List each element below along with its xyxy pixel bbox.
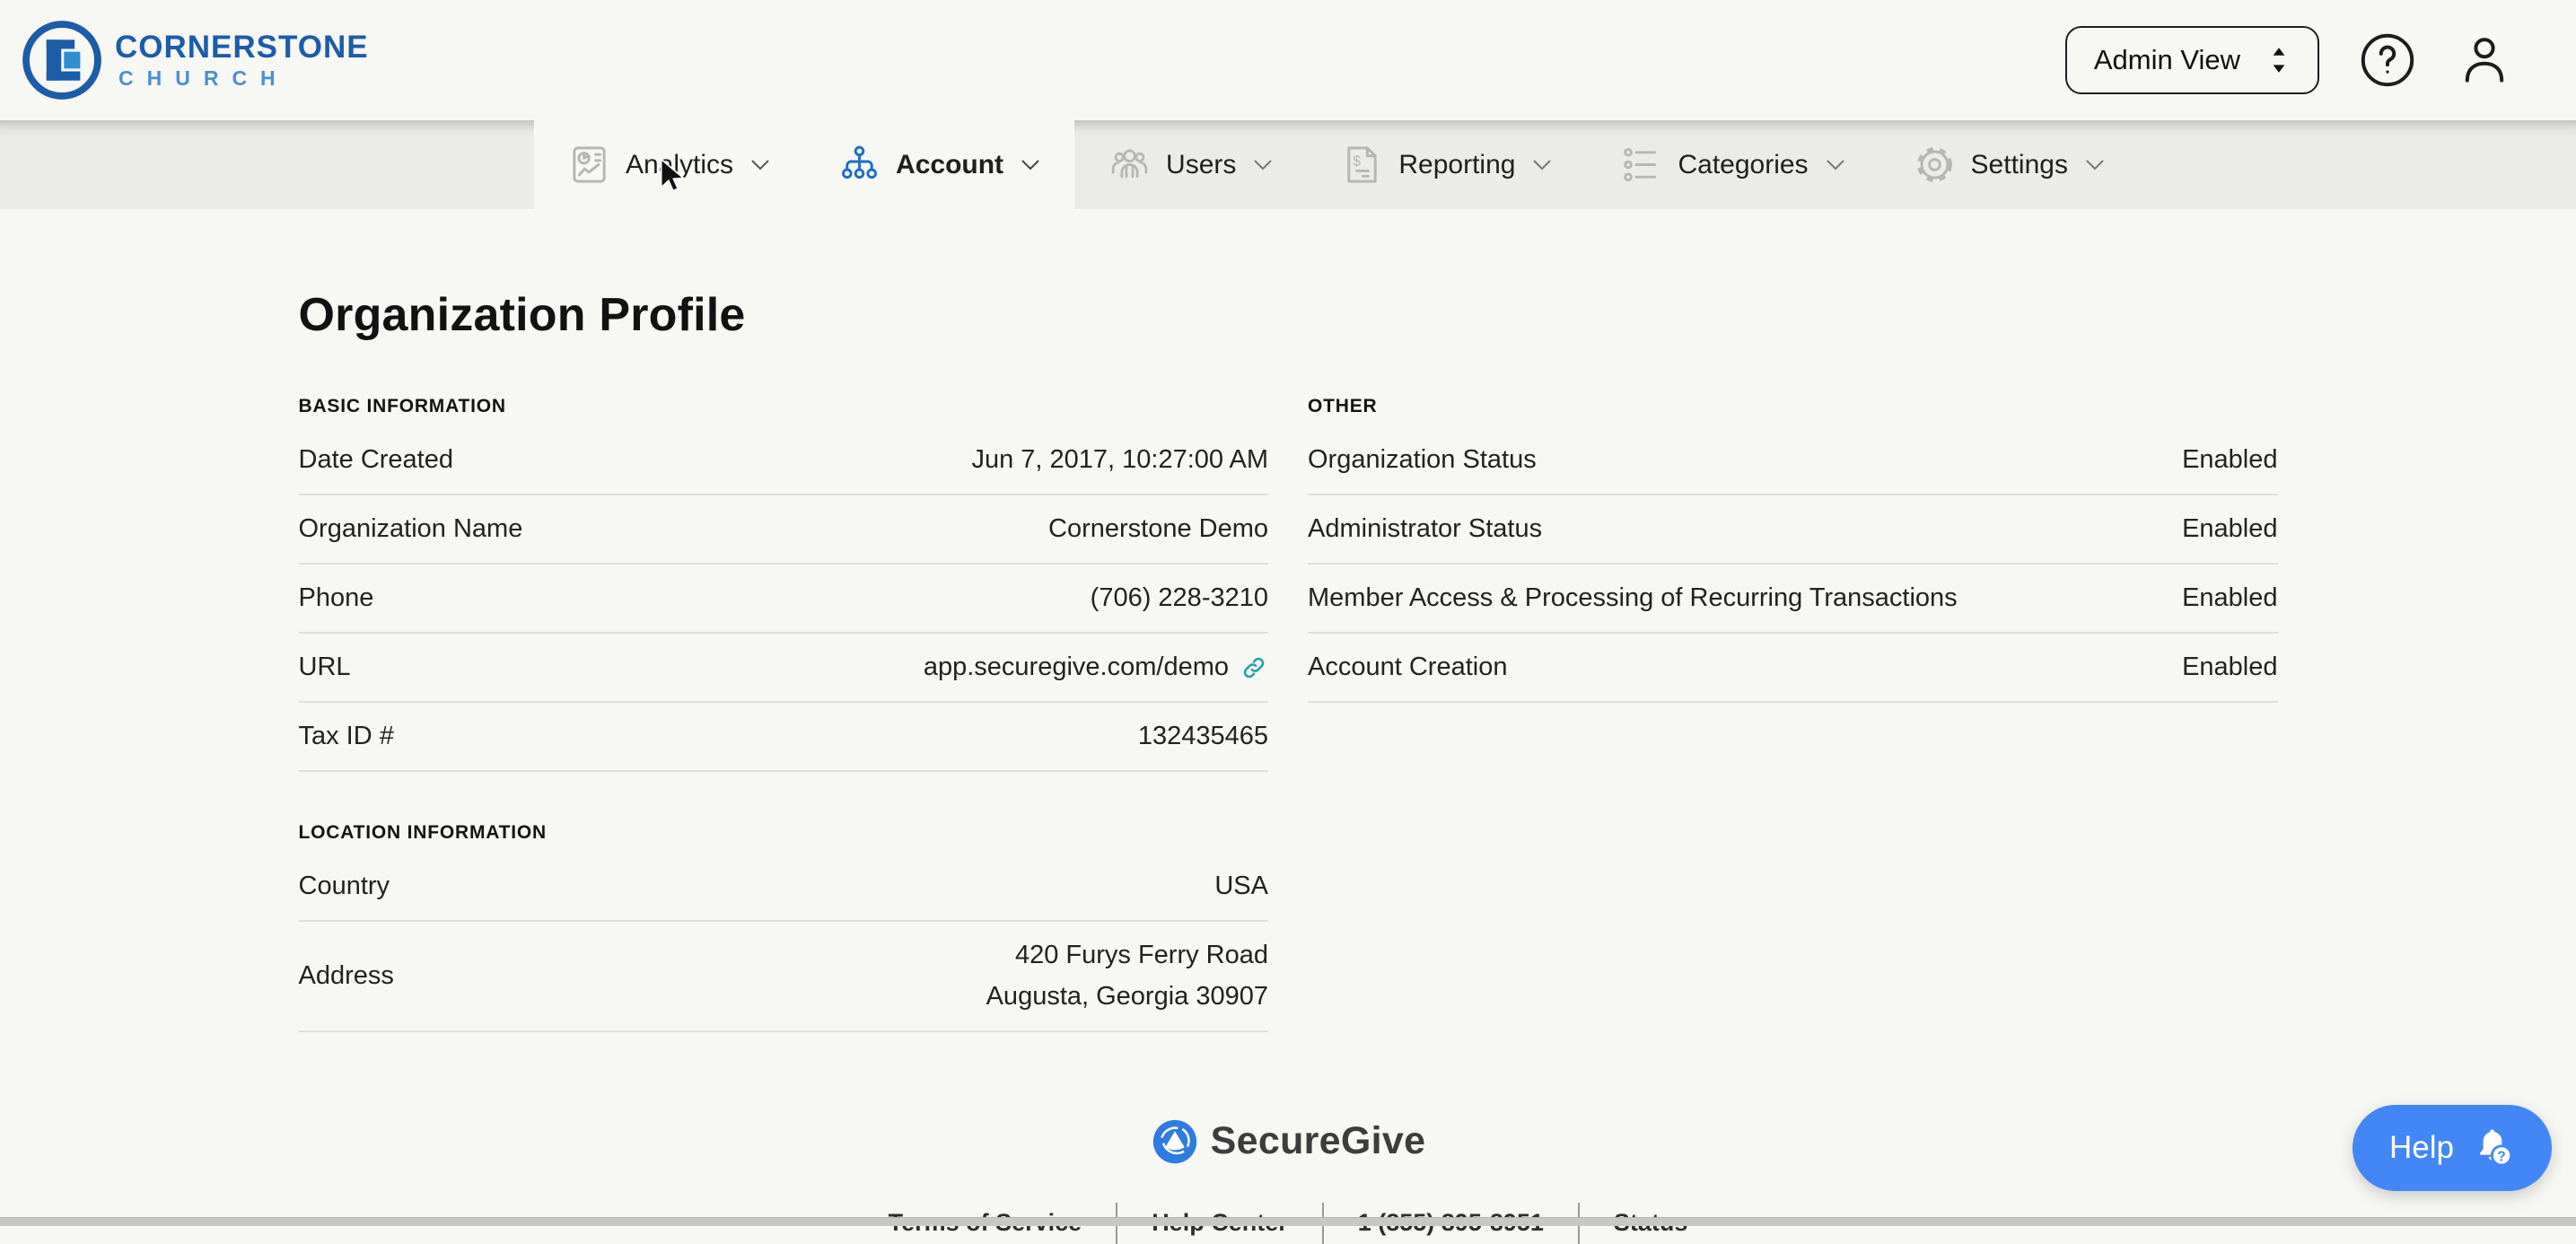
row-date-created: Date Created Jun 7, 2017, 10:27:00 AM	[299, 426, 1269, 495]
bell-question-icon: ?	[2468, 1125, 2515, 1171]
row-country: Country USA	[299, 853, 1269, 922]
row-organization-name: Organization Name Cornerstone Demo	[299, 495, 1269, 565]
question-circle-icon	[2359, 31, 2416, 89]
nav-tab-reporting[interactable]: $ Reporting	[1307, 120, 1586, 209]
chevron-down-icon	[1826, 159, 1845, 171]
section-title-location: LOCATION INFORMATION	[299, 822, 1269, 844]
location-information-section: LOCATION INFORMATION Country USA Address…	[299, 822, 1269, 1032]
field-label: Address	[299, 961, 421, 991]
nav-label-users: Users	[1166, 150, 1236, 180]
nav-tab-users[interactable]: Users	[1074, 120, 1307, 209]
field-value: USA	[1214, 872, 1268, 901]
nav-label-account: Account	[896, 150, 1003, 180]
analytics-icon	[568, 144, 610, 186]
chevron-down-icon	[750, 159, 770, 171]
view-mode-select[interactable]: Admin View	[2065, 26, 2319, 94]
field-label: Organization Name	[299, 514, 550, 544]
window-bottom-edge	[0, 1217, 2576, 1226]
account-icon	[838, 144, 881, 186]
view-mode-label: Admin View	[2094, 44, 2240, 76]
org-name-primary: CORNERSTONE	[115, 31, 369, 63]
row-member-access: Member Access & Processing of Recurring …	[1308, 565, 2278, 634]
row-url: URL app.securegive.com/demo	[299, 634, 1269, 703]
nav-label-settings: Settings	[1971, 150, 2068, 180]
svg-text:$: $	[1354, 153, 1362, 169]
top-header: CORNERSTONE CHURCH Admin View	[0, 0, 2576, 120]
nav-tab-categories[interactable]: Categories	[1586, 120, 1879, 209]
users-icon	[1108, 144, 1151, 186]
floating-help-button[interactable]: Help ?	[2353, 1105, 2552, 1191]
help-icon-button[interactable]	[2359, 31, 2416, 89]
reporting-icon: $	[1341, 144, 1383, 186]
row-account-creation: Account Creation Enabled	[1308, 634, 2278, 703]
categories-icon	[1620, 144, 1662, 186]
address-line-2: Augusta, Georgia 30907	[986, 982, 1268, 1011]
field-label: URL	[299, 653, 378, 682]
left-column: BASIC INFORMATION Date Created Jun 7, 20…	[299, 396, 1269, 1032]
profile-columns: BASIC INFORMATION Date Created Jun 7, 20…	[299, 396, 2278, 1032]
field-label: Country	[299, 872, 417, 901]
page-title: Organization Profile	[299, 288, 2278, 342]
field-label: Organization Status	[1308, 445, 1564, 475]
svg-text:?: ?	[2497, 1149, 2506, 1164]
chevron-down-icon	[1253, 159, 1273, 171]
field-label: Date Created	[299, 445, 481, 475]
field-label: Member Access & Processing of Recurring …	[1308, 583, 1985, 613]
section-title-basic: BASIC INFORMATION	[299, 396, 1269, 417]
nav-tab-analytics[interactable]: Analytics	[534, 120, 804, 209]
row-organization-status: Organization Status Enabled	[1308, 426, 2278, 495]
right-column: OTHER Organization Status Enabled Admini…	[1308, 396, 2278, 1032]
nav-label-analytics: Analytics	[626, 150, 733, 180]
field-value: app.securegive.com/demo	[924, 653, 1229, 682]
status-value: Enabled	[2182, 445, 2277, 475]
nav-label-reporting: Reporting	[1398, 150, 1515, 180]
external-link-icon	[1240, 653, 1268, 682]
securegive-brand-name: SecureGive	[1211, 1119, 1426, 1163]
user-account-button[interactable]	[2456, 31, 2513, 89]
section-title-other: OTHER	[1308, 396, 2278, 417]
person-icon	[2456, 31, 2513, 89]
address-line-1: 420 Furys Ferry Road	[1015, 941, 1268, 969]
other-section: OTHER Organization Status Enabled Admini…	[1308, 396, 2278, 703]
nav-label-categories: Categories	[1678, 150, 1808, 180]
org-url-link[interactable]: app.securegive.com/demo	[924, 653, 1268, 682]
field-value: Cornerstone Demo	[1048, 514, 1268, 544]
row-administrator-status: Administrator Status Enabled	[1308, 495, 2278, 565]
basic-information-section: BASIC INFORMATION Date Created Jun 7, 20…	[299, 396, 1269, 772]
row-tax-id: Tax ID # 132435465	[299, 703, 1269, 772]
securegive-brand[interactable]: SecureGive	[1151, 1117, 1426, 1166]
securegive-logo-icon	[1151, 1117, 1199, 1166]
row-address: Address 420 Furys Ferry Road Augusta, Ge…	[299, 922, 1269, 1032]
main-content: Organization Profile BASIC INFORMATION D…	[299, 288, 2278, 1244]
status-value: Enabled	[2182, 583, 2277, 613]
status-value: Enabled	[2182, 653, 2277, 682]
field-value: 420 Furys Ferry Road Augusta, Georgia 30…	[986, 922, 1268, 1030]
settings-gear-icon	[1914, 144, 1956, 186]
status-value: Enabled	[2182, 514, 2277, 544]
org-logo-text: CORNERSTONE CHURCH	[115, 31, 369, 89]
field-label: Administrator Status	[1308, 514, 1569, 544]
admin-portal-page: { "colors": { "page_background": "#f7f7f…	[0, 0, 2576, 1226]
help-button-label: Help	[2389, 1130, 2454, 1166]
org-logo[interactable]: CORNERSTONE CHURCH	[20, 18, 369, 102]
field-value: 132435465	[1138, 722, 1268, 751]
nav-tab-account[interactable]: Account	[804, 120, 1074, 209]
header-actions: Admin View	[2065, 26, 2513, 94]
field-label: Tax ID #	[299, 722, 421, 751]
row-phone: Phone (706) 228-3210	[299, 565, 1269, 634]
field-label: Account Creation	[1308, 653, 1534, 682]
chevron-down-icon	[1021, 159, 1040, 171]
chevron-down-icon	[1532, 159, 1552, 171]
field-value: Jun 7, 2017, 10:27:00 AM	[971, 445, 1268, 475]
cornerstone-logo-icon	[20, 18, 104, 102]
field-value: (706) 228-3210	[1091, 583, 1268, 613]
stepper-arrows-icon	[2267, 45, 2291, 75]
nav-tab-settings[interactable]: Settings	[1879, 120, 2139, 209]
field-label: Phone	[299, 583, 401, 613]
chevron-down-icon	[2085, 159, 2105, 171]
org-name-secondary: CHURCH	[118, 68, 369, 89]
primary-navigation: Analytics Account Users	[0, 120, 2576, 209]
